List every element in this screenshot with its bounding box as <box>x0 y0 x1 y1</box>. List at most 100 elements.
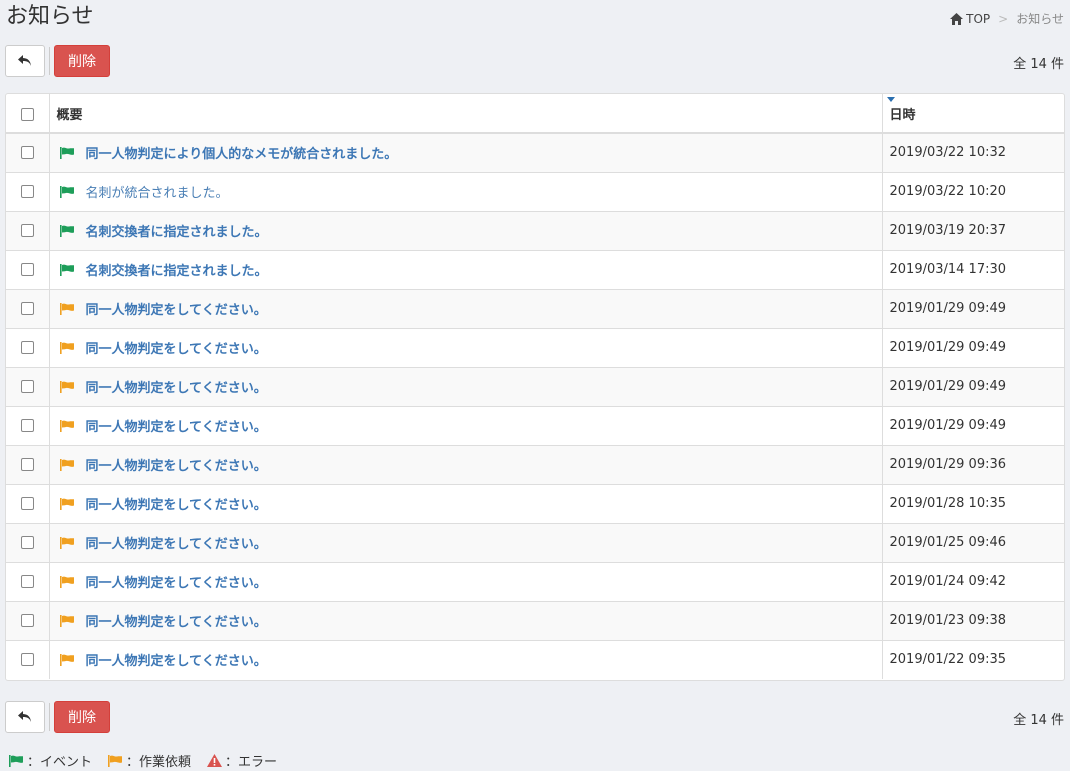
legend-task-label: ：作業依頼 <box>126 755 192 770</box>
row-checkbox[interactable] <box>20 458 34 471</box>
notification-link[interactable]: 名刺交換者に指定されました。 <box>86 260 268 279</box>
row-checkbox[interactable] <box>20 380 34 393</box>
total-count: 全 14 件 <box>1013 57 1064 72</box>
row-datetime-cell: 2019/01/29 09:36 <box>882 444 1064 484</box>
select-all-checkbox[interactable] <box>20 108 34 121</box>
notification-link[interactable]: 名刺が統合されました。 <box>86 182 229 201</box>
top-toolbar: 削除 <box>5 45 110 77</box>
green-flag-icon <box>59 146 74 159</box>
row-summary-cell: 同一人物判定をしてください。 <box>49 600 883 640</box>
row-summary-cell: 名刺交換者に指定されました。 <box>49 249 883 289</box>
orange-flag-icon <box>59 575 74 588</box>
legend-task: ：作業依頼 <box>108 751 191 770</box>
sort-desc-icon <box>886 97 895 102</box>
page-title: お知らせ <box>6 4 94 29</box>
row-checkbox[interactable] <box>20 341 34 354</box>
row-check-cell <box>6 483 50 523</box>
row-checkbox[interactable] <box>20 653 34 667</box>
row-datetime: 2019/03/19 20:37 <box>889 223 1007 238</box>
table-row: 名刺が統合されました。 2019/03/22 10:20 <box>6 171 1064 211</box>
reply-arrow-icon <box>18 55 31 66</box>
row-datetime-cell: 2019/03/14 17:30 <box>882 249 1064 289</box>
breadcrumb-home-label: TOP <box>966 11 991 26</box>
header-summary[interactable]: 概要 <box>49 94 883 134</box>
row-summary-cell: 名刺交換者に指定されました。 <box>49 210 883 250</box>
notification-link[interactable]: 同一人物判定をしてください。 <box>86 494 267 513</box>
row-checkbox[interactable] <box>20 263 34 276</box>
breadcrumb: TOP > お知らせ <box>950 10 1064 27</box>
green-flag-icon <box>9 754 23 767</box>
row-check-cell <box>6 405 50 445</box>
notification-link[interactable]: 名刺交換者に指定されました。 <box>86 221 268 240</box>
notification-link[interactable]: 同一人物判定により個人的なメモが統合されました。 <box>86 143 398 162</box>
reply-arrow-icon <box>18 711 31 722</box>
notification-link[interactable]: 同一人物判定をしてください。 <box>86 650 267 669</box>
table-row: 同一人物判定により個人的なメモが統合されました。 2019/03/22 10:3… <box>6 133 1064 172</box>
row-checkbox[interactable] <box>20 614 34 627</box>
row-summary-cell: 同一人物判定をしてください。 <box>49 522 883 562</box>
table-row: 同一人物判定をしてください。 2019/01/29 09:49 <box>6 405 1064 445</box>
row-datetime: 2019/03/22 10:20 <box>889 184 1007 199</box>
warning-triangle-icon <box>207 754 223 767</box>
row-datetime-cell: 2019/01/29 09:49 <box>882 405 1064 445</box>
row-datetime: 2019/01/22 09:35 <box>889 652 1007 668</box>
row-checkbox[interactable] <box>20 224 34 237</box>
notification-link[interactable]: 同一人物判定をしてください。 <box>86 338 267 357</box>
table-row: 同一人物判定をしてください。 2019/01/29 09:36 <box>6 444 1064 484</box>
home-icon <box>950 12 964 25</box>
table-row: 名刺交換者に指定されました。 2019/03/14 17:30 <box>6 249 1064 289</box>
orange-flag-icon <box>59 653 74 666</box>
back-button-bottom[interactable] <box>5 701 45 733</box>
breadcrumb-home[interactable]: TOP <box>950 12 990 26</box>
header-datetime[interactable]: 日時 <box>882 94 1064 134</box>
row-datetime: 2019/03/14 17:30 <box>889 262 1007 277</box>
delete-button-bottom[interactable]: 削除 <box>54 701 110 733</box>
notification-link[interactable]: 同一人物判定をしてください。 <box>86 533 267 552</box>
row-checkbox[interactable] <box>20 302 34 315</box>
row-checkbox[interactable] <box>20 419 34 432</box>
row-check-cell <box>6 171 50 211</box>
row-checkbox[interactable] <box>20 146 34 160</box>
toolbar-divider <box>49 47 50 75</box>
orange-flag-icon <box>108 754 123 767</box>
orange-flag-icon <box>59 536 74 549</box>
notification-link[interactable]: 同一人物判定をしてください。 <box>86 416 267 435</box>
row-check-cell <box>6 444 50 484</box>
table-row: 名刺交換者に指定されました。 2019/03/19 20:37 <box>6 210 1064 250</box>
orange-flag-icon <box>59 458 74 471</box>
green-flag-icon <box>59 185 74 198</box>
row-summary-cell: 同一人物判定をしてください。 <box>49 444 883 484</box>
table-row: 同一人物判定をしてください。 2019/01/23 09:38 <box>6 600 1064 640</box>
row-check-cell <box>6 249 50 289</box>
row-summary-cell: 同一人物判定をしてください。 <box>49 561 883 601</box>
legend-event-label: ：イベント <box>27 755 93 770</box>
green-flag-icon <box>59 224 74 237</box>
table-row: 同一人物判定をしてください。 2019/01/29 09:49 <box>6 327 1064 367</box>
orange-flag-icon <box>59 419 74 432</box>
legend: ：イベント ：作業依頼 ：エラー <box>9 751 293 770</box>
row-datetime: 2019/03/22 10:32 <box>889 145 1007 161</box>
orange-flag-icon <box>59 302 74 315</box>
back-button[interactable] <box>5 45 45 77</box>
row-datetime-cell: 2019/03/22 10:32 <box>882 133 1064 172</box>
row-summary-cell: 名刺が統合されました。 <box>49 171 883 211</box>
row-datetime: 2019/01/23 09:38 <box>889 613 1007 628</box>
notification-link[interactable]: 同一人物判定をしてください。 <box>86 572 267 591</box>
delete-button[interactable]: 削除 <box>54 45 110 77</box>
row-checkbox[interactable] <box>20 497 34 510</box>
header-datetime-label: 日時 <box>889 108 916 123</box>
notification-link[interactable]: 同一人物判定をしてください。 <box>86 299 267 318</box>
row-datetime: 2019/01/25 09:46 <box>889 535 1007 550</box>
row-checkbox[interactable] <box>20 536 34 549</box>
green-flag-icon <box>59 263 74 276</box>
table-row: 同一人物判定をしてください。 2019/01/25 09:46 <box>6 522 1064 562</box>
row-datetime-cell: 2019/03/19 20:37 <box>882 210 1064 250</box>
row-check-cell <box>6 522 50 562</box>
row-checkbox[interactable] <box>20 185 34 198</box>
row-check-cell <box>6 639 50 679</box>
notification-link[interactable]: 同一人物判定をしてください。 <box>86 455 267 474</box>
row-checkbox[interactable] <box>20 575 34 588</box>
row-summary-cell: 同一人物判定をしてください。 <box>49 483 883 523</box>
notification-link[interactable]: 同一人物判定をしてください。 <box>86 377 267 396</box>
notification-link[interactable]: 同一人物判定をしてください。 <box>86 611 267 630</box>
